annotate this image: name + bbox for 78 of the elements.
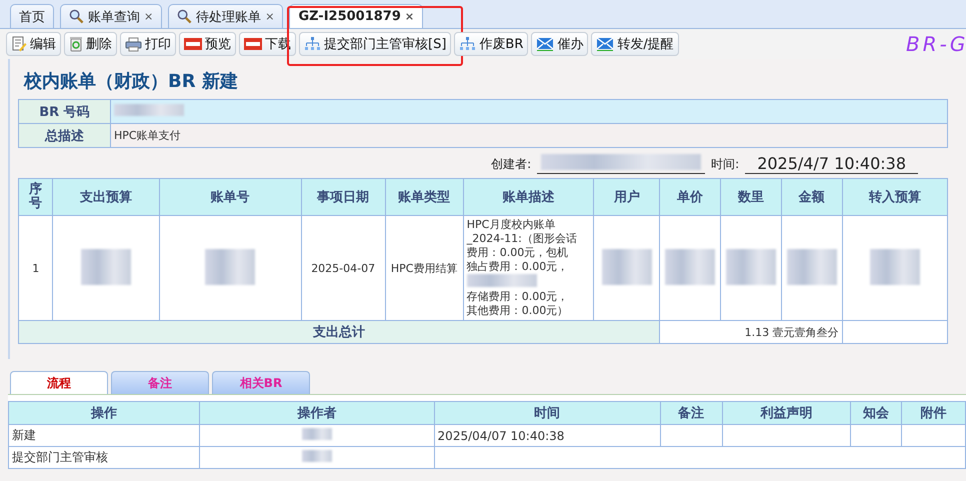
close-icon[interactable]: × — [265, 10, 274, 23]
description-line: 独占费用：0.00元， — [466, 260, 570, 274]
redacted-blur — [466, 274, 537, 287]
time-label: 时间: — [711, 156, 740, 172]
column-header: 事项日期 — [301, 178, 386, 216]
description-line: HPC月度校内账单 — [466, 218, 556, 232]
toolbar-button[interactable]: 提交部门主管审核[S] — [299, 32, 452, 56]
redacted-blur — [205, 248, 256, 284]
brand-title: BR-G — [906, 32, 966, 56]
column-header: 利益声明 — [722, 402, 850, 424]
close-icon[interactable]: × — [144, 10, 154, 23]
redacted-blur — [786, 248, 837, 284]
redacted-blur — [870, 248, 920, 284]
search-icon — [69, 9, 84, 24]
table-cell: 2025-04-07 — [301, 216, 386, 320]
redacted-blur — [302, 428, 332, 440]
description-line: 其他费用：0.00元） — [466, 304, 570, 318]
table-cell: 提交部门主管审核 — [8, 446, 200, 468]
tab[interactable]: GZ-I25001879 × — [289, 4, 424, 28]
toolbar-button[interactable]: 预览 — [179, 32, 236, 56]
table-cell: 2025/04/07 10:40:38 — [434, 424, 660, 446]
table-cell: 新建 — [8, 424, 200, 446]
printer-icon — [125, 36, 142, 52]
toolbar-button[interactable]: 催办 — [531, 32, 588, 56]
table-cell: 1 — [18, 216, 53, 320]
pdf-icon — [244, 38, 262, 50]
column-header: 支出预算 — [52, 178, 160, 216]
search-icon — [177, 9, 192, 24]
tab[interactable]: 待处理账单 × — [168, 4, 284, 28]
envelope-icon — [536, 37, 554, 51]
field-label: 总描述 — [18, 124, 110, 148]
hierarchy-icon — [459, 37, 476, 51]
table-cell: HPC费用结算 — [385, 216, 464, 320]
trash-icon — [69, 36, 83, 52]
total-amount: 1.13 壹元壹角叁分 — [660, 320, 842, 344]
column-header: 操作 — [8, 402, 200, 424]
field-value: HPC账单支付 — [110, 124, 948, 148]
envelope-icon — [596, 37, 614, 51]
column-header: 序号 — [18, 178, 53, 216]
toolbar-button[interactable]: 编辑 — [6, 32, 61, 56]
toolbar-button[interactable]: 打印 — [120, 32, 176, 56]
column-header: 金额 — [781, 178, 842, 216]
description-line: 存储费用：0.00元， — [466, 290, 570, 304]
field-label: BR 号码 — [18, 100, 110, 124]
created-time: 2025/4/7 10:40:38 — [745, 154, 918, 174]
column-header: 单价 — [660, 178, 721, 216]
pencil-note-icon — [11, 36, 27, 52]
close-icon[interactable]: × — [404, 10, 414, 23]
column-header: 数里 — [720, 178, 782, 216]
description-line: _2024-11:（图形会话 — [466, 232, 578, 246]
toolbar-button[interactable]: 删除 — [64, 32, 117, 56]
redacted-blur — [665, 248, 716, 284]
tab[interactable]: 首页 — [10, 4, 54, 28]
column-header: 备注 — [660, 402, 722, 424]
creator-label: 创建者: — [491, 156, 532, 172]
toolbar-button[interactable]: 作废BR — [454, 32, 528, 56]
tab[interactable]: 账单查询 × — [60, 4, 162, 28]
column-header: 转入预算 — [842, 178, 948, 216]
column-header: 附件 — [901, 402, 966, 424]
column-header: 账单类型 — [385, 178, 464, 216]
column-header: 账单描述 — [463, 178, 594, 216]
column-header: 操作者 — [200, 402, 434, 424]
form-title: 校内账单（财政）BR 新建 — [22, 70, 239, 94]
redacted-blur — [602, 248, 652, 284]
column-header: 时间 — [434, 402, 660, 424]
tab[interactable]: 流程 — [10, 371, 108, 394]
hierarchy-icon — [304, 37, 321, 51]
toolbar-button[interactable]: 转发/提醒 — [591, 32, 679, 56]
redacted-blur — [302, 450, 332, 462]
redacted-blur — [81, 248, 132, 284]
redacted-blur — [726, 248, 776, 284]
total-label: 支出总计 — [18, 320, 660, 344]
column-header: 用户 — [594, 178, 660, 216]
pdf-icon — [184, 38, 202, 50]
description-line: 费用：0.00元，包机 — [466, 246, 570, 260]
column-header: 账单号 — [159, 178, 302, 216]
column-header: 知会 — [850, 402, 902, 424]
redacted-blur — [114, 104, 184, 116]
